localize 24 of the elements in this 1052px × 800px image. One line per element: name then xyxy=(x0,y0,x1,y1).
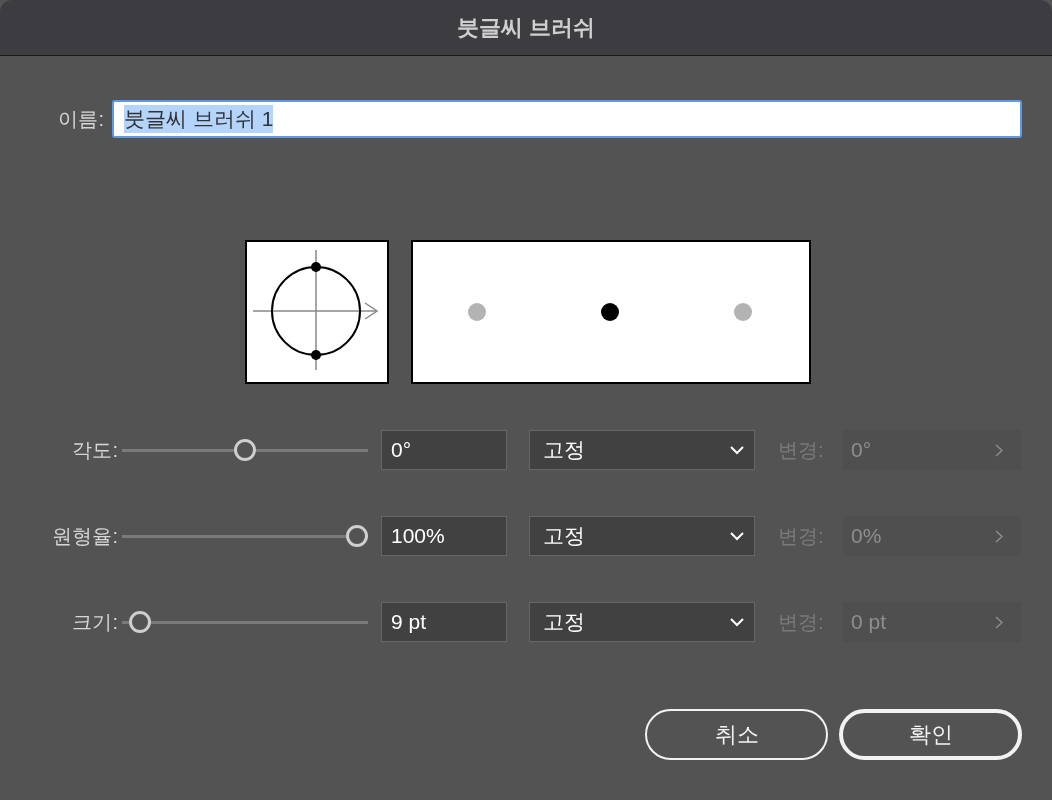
name-label: 이름: xyxy=(57,106,105,132)
mode-dropdown[interactable]: 고정 xyxy=(529,516,755,556)
chevron-down-icon xyxy=(730,531,744,541)
mode-dropdown[interactable]: 고정 xyxy=(529,430,755,470)
chevron-right-icon xyxy=(995,529,1003,543)
chevron-down-icon xyxy=(730,617,744,627)
value-field[interactable]: 100% xyxy=(381,516,507,556)
ok-button[interactable]: 확인 xyxy=(839,709,1022,760)
parameter-label: 각도: xyxy=(71,437,119,463)
chevron-right-icon xyxy=(995,443,1003,457)
chevron-down-icon xyxy=(730,445,744,455)
value-field[interactable]: 0° xyxy=(381,430,507,470)
chevron-right-icon xyxy=(995,615,1003,629)
slider-thumb[interactable] xyxy=(128,610,151,633)
slider-thumb[interactable] xyxy=(346,524,368,547)
value-field[interactable]: 9 pt xyxy=(381,602,507,642)
name-field[interactable]: 붓글씨 브러쉬 1 xyxy=(112,100,1022,138)
window-title: 붓글씨 브러쉬 xyxy=(456,13,596,42)
mode-dropdown[interactable]: 고정 xyxy=(529,602,755,642)
brush-angle-drawing[interactable] xyxy=(245,240,389,384)
slider-thumb[interactable] xyxy=(234,438,256,461)
cancel-button[interactable]: 취소 xyxy=(645,709,828,760)
parameter-label: 크기: xyxy=(71,609,119,635)
parameter-label: 원형율: xyxy=(51,523,119,549)
